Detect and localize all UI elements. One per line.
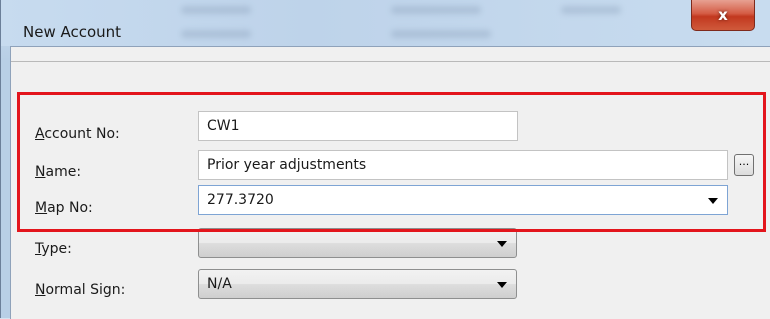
close-icon: x [718, 6, 728, 24]
background-blur [561, 6, 621, 14]
dialog-content: Account No: CW1 Name: Prior year adjustm… [10, 46, 770, 319]
close-button[interactable]: x [691, 0, 755, 31]
name-field[interactable]: Prior year adjustments [198, 150, 728, 180]
background-blur [181, 6, 251, 14]
map-no-value: 277.3720 [207, 192, 274, 208]
name-browse-button[interactable]: ... [734, 154, 754, 176]
dropdown-arrow-icon[interactable] [708, 198, 718, 204]
type-combobox[interactable] [198, 228, 517, 258]
window-title: New Account [23, 23, 122, 41]
dropdown-arrow-icon[interactable] [497, 241, 507, 247]
account-no-field[interactable]: CW1 [198, 111, 518, 141]
title-bar[interactable]: New Account x [1, 0, 770, 46]
normal-sign-combobox[interactable]: N/A [198, 269, 517, 299]
type-label: Type: [35, 241, 72, 257]
background-blur [181, 30, 251, 38]
background-blur [391, 30, 491, 38]
background-blur [391, 6, 481, 14]
map-no-combobox[interactable]: 277.3720 [198, 185, 728, 215]
map-no-label: Map No: [35, 200, 93, 216]
normal-sign-label: Normal Sign: [35, 282, 126, 298]
ellipsis-icon: ... [738, 155, 750, 168]
name-label: Name: [35, 164, 82, 180]
account-no-label: Account No: [35, 126, 120, 142]
divider [11, 61, 770, 62]
dialog-window: New Account x Account No: CW1 Name: Prio… [0, 0, 770, 319]
dropdown-arrow-icon[interactable] [497, 282, 507, 288]
normal-sign-value: N/A [207, 276, 232, 292]
